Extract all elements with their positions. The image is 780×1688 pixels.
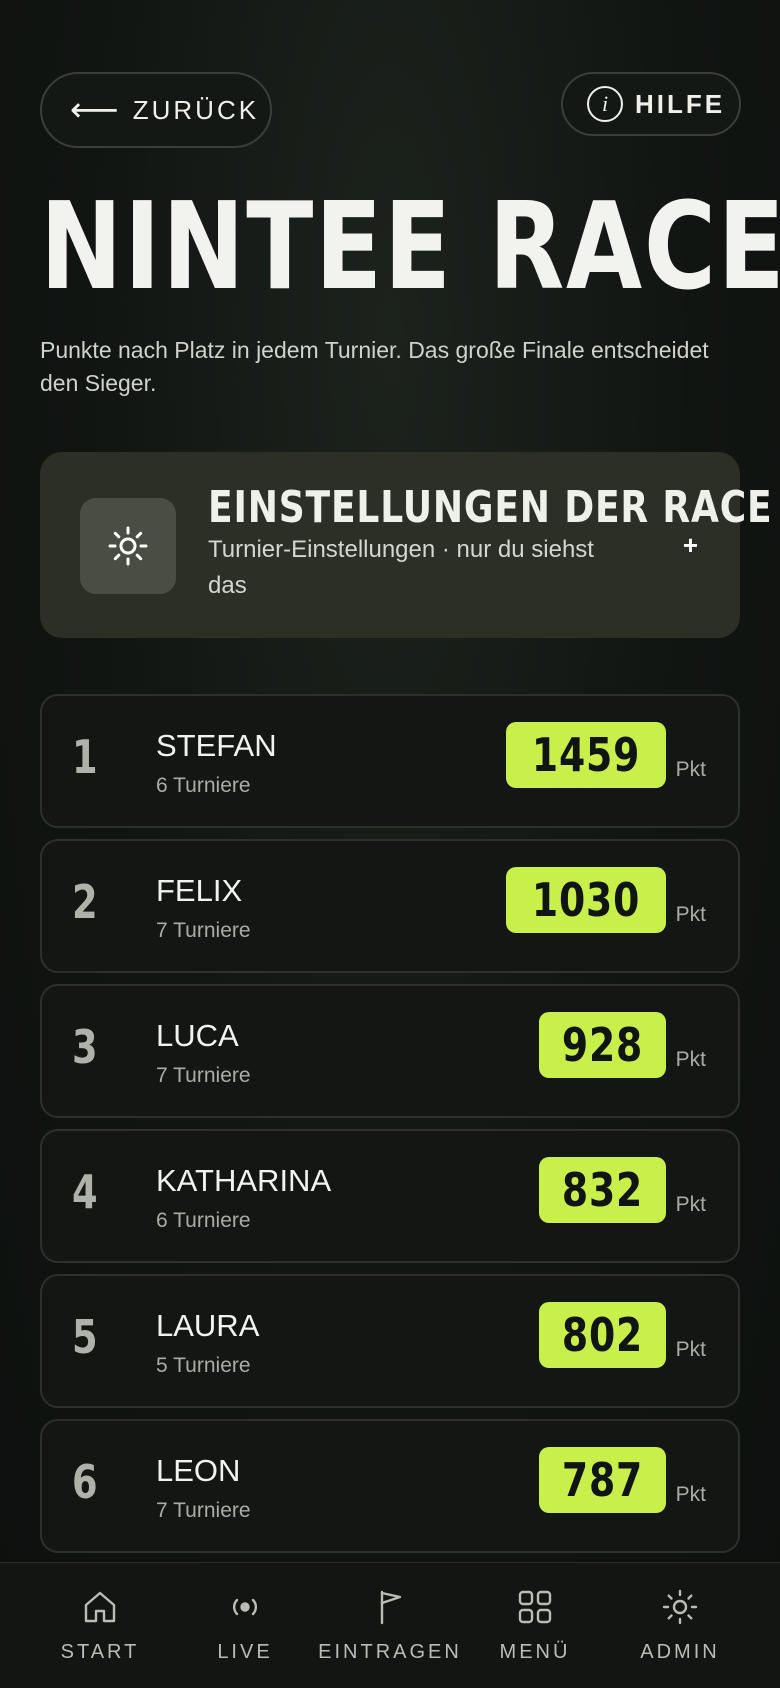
bottom-nav: START LIVE EINTRAGEN MENÜ ADMIN bbox=[0, 1562, 780, 1688]
score-value: 1459 bbox=[531, 728, 641, 782]
score-value: 832 bbox=[561, 1163, 644, 1217]
nav-item-live[interactable]: LIVE bbox=[175, 1563, 315, 1688]
score-unit: Pkt bbox=[675, 1483, 706, 1506]
rank-number: 5 bbox=[72, 1310, 98, 1364]
expand-plus-icon[interactable]: + bbox=[683, 530, 698, 561]
grid-icon bbox=[518, 1590, 552, 1624]
nav-label: MENÜ bbox=[499, 1641, 571, 1663]
score-unit: Pkt bbox=[675, 1338, 706, 1361]
page-title: NINTEE RACE bbox=[40, 178, 780, 317]
race-settings-card[interactable]: EINSTELLUNGEN DER RACE Turnier-Einstellu… bbox=[40, 452, 772, 638]
nav-label: LIVE bbox=[217, 1641, 273, 1663]
help-button[interactable]: i HILFE bbox=[561, 72, 741, 136]
tournament-count: 7 Turniere bbox=[156, 1499, 251, 1522]
back-button[interactable]: ⟵ ZURÜCK bbox=[40, 72, 272, 148]
nav-label: START bbox=[60, 1641, 140, 1663]
rank-number: 2 bbox=[72, 875, 98, 929]
leaderboard-row[interactable]: 6 LEON 7 Turniere 787 Pkt bbox=[40, 1419, 740, 1553]
settings-subtitle: Turnier-Einstellungen · nur du siehst da… bbox=[208, 536, 594, 599]
rank-number: 4 bbox=[72, 1165, 98, 1219]
settings-icon bbox=[80, 498, 176, 594]
player-name: LUCA bbox=[156, 1018, 239, 1053]
rank-number: 3 bbox=[72, 1020, 98, 1074]
info-icon: i bbox=[587, 86, 623, 122]
score-badge: 928 bbox=[538, 1012, 666, 1078]
leaderboard-row[interactable]: 5 LAURA 5 Turniere 802 Pkt bbox=[40, 1274, 740, 1408]
player-name: STEFAN bbox=[156, 728, 277, 763]
settings-title: EINSTELLUNGEN DER RACE bbox=[208, 482, 773, 533]
score-unit: Pkt bbox=[675, 758, 706, 781]
score-value: 802 bbox=[561, 1308, 644, 1362]
tournament-count: 7 Turniere bbox=[156, 1064, 251, 1087]
nav-label: ADMIN bbox=[640, 1641, 720, 1663]
nav-label: EINTRAGEN bbox=[318, 1641, 462, 1663]
back-arrow-icon: ⟵ bbox=[70, 91, 119, 129]
score-value: 1030 bbox=[531, 873, 641, 927]
sun-gear-icon bbox=[662, 1589, 698, 1625]
score-badge: 1030 bbox=[505, 867, 666, 933]
score-badge: 802 bbox=[538, 1302, 666, 1368]
help-label: HILFE bbox=[635, 88, 726, 119]
rank-number: 1 bbox=[72, 730, 98, 784]
back-label: ZURÜCK bbox=[132, 94, 260, 125]
nav-item-admin[interactable]: ADMIN bbox=[610, 1563, 750, 1688]
player-name: LAURA bbox=[156, 1308, 260, 1343]
player-name: FELIX bbox=[156, 873, 243, 908]
flag-icon bbox=[380, 1590, 402, 1625]
tournament-count: 6 Turniere bbox=[156, 1209, 251, 1232]
score-badge: 832 bbox=[538, 1157, 666, 1223]
leaderboard-row[interactable]: 2 FELIX 7 Turniere 1030 Pkt bbox=[40, 839, 740, 973]
score-badge: 787 bbox=[538, 1447, 666, 1513]
score-value: 928 bbox=[561, 1018, 644, 1072]
home-icon bbox=[84, 1591, 116, 1623]
page-subtitle: Punkte nach Platz in jedem Turnier. Das … bbox=[40, 337, 709, 396]
score-unit: Pkt bbox=[675, 1048, 706, 1071]
score-badge: 1459 bbox=[505, 722, 666, 788]
leaderboard-row[interactable]: 4 KATHARINA 6 Turniere 832 Pkt bbox=[40, 1129, 740, 1263]
nav-item-menu[interactable]: MENÜ bbox=[465, 1563, 605, 1688]
leaderboard-list: 1 STEFAN 6 Turniere 1459 Pkt 2 FELIX 7 T… bbox=[40, 694, 740, 1564]
score-value: 787 bbox=[561, 1453, 644, 1507]
tournament-count: 5 Turniere bbox=[156, 1354, 251, 1377]
score-unit: Pkt bbox=[675, 903, 706, 926]
tournament-count: 7 Turniere bbox=[156, 919, 251, 942]
nav-item-start[interactable]: START bbox=[30, 1563, 170, 1688]
score-unit: Pkt bbox=[675, 1193, 706, 1216]
tournament-count: 6 Turniere bbox=[156, 774, 251, 797]
rank-number: 6 bbox=[72, 1455, 98, 1509]
leaderboard-row[interactable]: 1 STEFAN 6 Turniere 1459 Pkt bbox=[40, 694, 740, 828]
live-icon bbox=[232, 1598, 258, 1616]
nav-item-eintragen[interactable]: EINTRAGEN bbox=[318, 1563, 462, 1688]
player-name: LEON bbox=[156, 1453, 241, 1488]
leaderboard-row[interactable]: 3 LUCA 7 Turniere 928 Pkt bbox=[40, 984, 740, 1118]
player-name: KATHARINA bbox=[156, 1163, 332, 1198]
